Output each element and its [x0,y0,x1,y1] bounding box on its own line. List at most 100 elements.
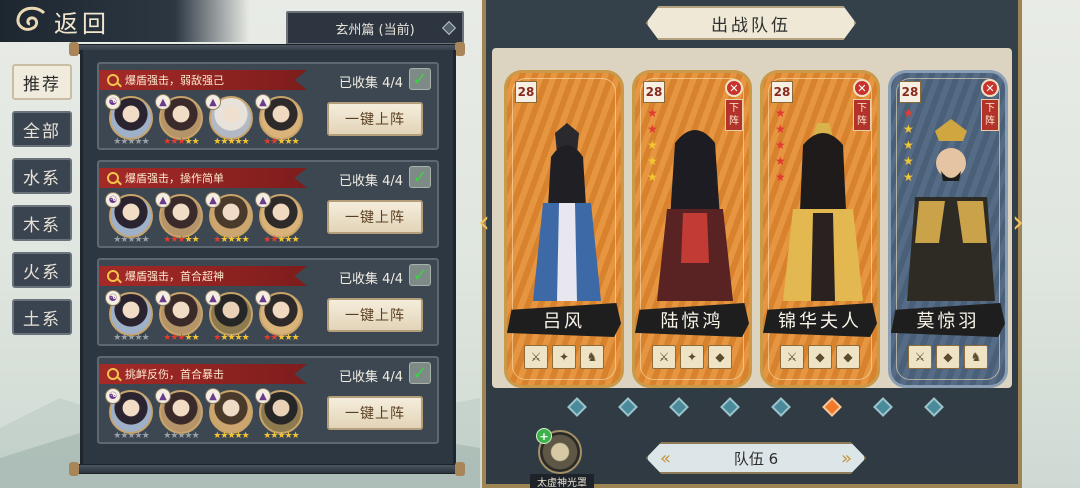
unassign-label-bottom: 阵 [985,116,995,127]
hero-stars: ★★★★★ [163,137,200,147]
element-icon: ☯ [105,290,121,306]
hero-avatar[interactable]: ▲ ★★★★★ [255,290,303,343]
one-click-deploy-button[interactable]: 一键上阵 [327,102,423,136]
card-stars: ★ ★ ★ ★ ★ [775,105,786,185]
remove-hero-icon[interactable]: ✕ [981,79,999,97]
team-page-dots [567,397,944,417]
tab-fire[interactable]: 火系 [12,252,72,288]
star-icon: ★ [141,431,150,441]
hero-avatar[interactable]: ▲ ★★★★★ [205,388,253,441]
one-click-deploy-button[interactable]: 一键上阵 [327,396,423,430]
hero-avatar[interactable]: ▲ ★★★★★ [205,290,253,343]
element-icon: ▲ [255,192,271,208]
element-icon: ▲ [155,192,171,208]
magnifier-icon[interactable] [107,172,119,184]
star-icon: ★ [647,106,658,120]
team-page-dot[interactable] [618,397,638,417]
equipment-slot-icon[interactable]: ✦ [680,345,704,369]
unassign-button[interactable]: 下阵 [725,99,743,131]
unassign-button[interactable]: 下阵 [981,99,999,131]
element-icon: ▲ [155,94,171,110]
lineup-desc: 爆盾强击，弱敌强己 [125,74,224,87]
star-icon: ★ [141,333,150,343]
hero-avatar[interactable]: ▲ ★★★★★ [155,94,203,147]
hero-card[interactable]: 28 ★ ★ ★ ★ ★ ✕ 下阵莫惊羽 ⚔ ◆ ♞ [888,70,1008,388]
unassign-label-top: 下 [985,103,995,114]
hero-avatar[interactable]: ☯ ★★★★★ [105,94,153,147]
one-click-deploy-button[interactable]: 一键上阵 [327,298,423,332]
equipment-slot-icon[interactable]: ◆ [708,345,732,369]
team-page-dot[interactable] [771,397,791,417]
hero-stars: ★★★★★ [113,137,149,147]
hero-card[interactable]: 28 吕风 ⚔ ✦ ♞ [504,70,624,388]
team-page-dot[interactable] [669,397,689,417]
tab-all[interactable]: 全部 [12,111,72,147]
collected-count: 已收集 4/4 [338,76,403,91]
remove-hero-icon[interactable]: ✕ [853,79,871,97]
hero-avatar[interactable]: ▲ ★★★★★ [255,388,303,441]
back-button[interactable]: 返回 [0,0,250,42]
lineup-list[interactable]: 爆盾强击，弱敌强己 已收集 4/4 ✓ ☯ ★★★★★ ▲ ★★★★★ ▲ ★★★★★ ▲ ★★★★… [80,50,456,470]
plus-icon[interactable]: + [536,428,552,444]
hero-stars: ★★★★★ [113,431,150,441]
hero-avatar[interactable]: ☯ ★★★★★ [105,290,153,343]
unassign-button[interactable]: 下阵 [853,99,871,131]
team-prev-icon[interactable]: « [660,448,671,469]
hero-avatar[interactable]: ▲ ★★★★★ [155,388,203,441]
lineup-row: 挑衅反伤，首合暴击 已收集 4/4 ✓ ☯ ★★★★★ ▲ ★★★★★ ▲ ★★★★★ ▲ ★★★★… [97,356,439,444]
equipment-slot-icon[interactable]: ⚔ [908,345,932,369]
team-selector[interactable]: « 队伍 6 » [646,442,866,474]
team-page-dot[interactable] [924,397,944,417]
hero-stars: ★★★★★ [263,137,299,147]
remove-hero-icon[interactable]: ✕ [725,79,743,97]
team-page-dot[interactable] [567,397,587,417]
prev-arrow-icon[interactable]: ‹ [478,208,496,238]
hero-portrait [533,123,601,301]
hero-avatar[interactable]: ☯ ★★★★★ [105,192,153,245]
lineup-row: 爆盾强击，首合超神 已收集 4/4 ✓ ☯ ★★★★★ ▲ ★★★★★ ▲ ★★★★★ ▲ ★★★★… [97,258,439,346]
scroll-rod-bottom [69,462,465,476]
tab-water[interactable]: 水系 [12,158,72,194]
equipment-slot-icon[interactable]: ♞ [580,345,604,369]
one-click-deploy-button[interactable]: 一键上阵 [327,200,423,234]
magnifier-icon[interactable] [107,270,119,282]
hero-avatar[interactable]: ▲ ★★★★★ [205,94,253,147]
tab-recommended[interactable]: 推荐 [12,64,72,100]
element-icon: ▲ [205,94,221,110]
equipment-slot-icon[interactable]: ⚔ [780,345,804,369]
equipment-slot-icon[interactable]: ♞ [964,345,988,369]
team-page-dot[interactable] [873,397,893,417]
team-next-icon[interactable]: » [841,448,852,469]
equipment-slot-icon[interactable]: ⚔ [524,345,548,369]
star-icon: ★ [191,137,200,147]
equipment-slot-icon[interactable]: ◆ [836,345,860,369]
hero-avatar[interactable]: ▲ ★★★★★ [205,192,253,245]
hero-avatar[interactable]: ▲ ★★★★★ [155,192,203,245]
hero-row: ☯ ★★★★★ ▲ ★★★★★ ▲ ★★★★★ ▲ ★★★★★ [105,388,303,441]
tab-earth[interactable]: 土系 [12,299,72,335]
chapter-select[interactable]: 玄州篇 (当前) [286,11,464,45]
star-icon: ★ [775,170,786,184]
hero-avatar[interactable]: ▲ ★★★★★ [255,192,303,245]
halo-skill-icon[interactable]: + [536,428,582,474]
hero-card[interactable]: 28 ★ ★ ★ ★ ★ ✕ 下阵陆惊鸿 ⚔ ✦ ◆ [632,70,752,388]
hero-avatar[interactable]: ▲ ★★★★★ [155,290,203,343]
magnifier-icon[interactable] [107,74,119,86]
team-page-dot[interactable] [822,397,842,417]
equipment-slot-icon[interactable]: ✦ [552,345,576,369]
hero-stars: ★★★★★ [263,431,299,441]
magnifier-icon[interactable] [107,368,119,380]
star-icon: ★ [903,154,914,168]
equipment-slot-icon[interactable]: ⚔ [652,345,676,369]
hero-avatar[interactable]: ☯ ★★★★★ [105,388,153,441]
equipment-slot-icon[interactable]: ◆ [808,345,832,369]
lineup-desc: 挑衅反伤，首合暴击 [125,368,224,381]
hero-avatar[interactable]: ▲ ★★★★★ [255,94,303,147]
tab-wood[interactable]: 木系 [12,205,72,241]
hero-stars: ★★★★★ [163,235,199,245]
equipment-slot-icon[interactable]: ◆ [936,345,960,369]
hero-card[interactable]: 28 ★ ★ ★ ★ ★ ✕ 下阵锦华夫人 ⚔ ◆ ◆ [760,70,880,388]
star-icon: ★ [775,106,786,120]
next-arrow-icon[interactable]: › [1012,208,1030,238]
team-page-dot[interactable] [720,397,740,417]
